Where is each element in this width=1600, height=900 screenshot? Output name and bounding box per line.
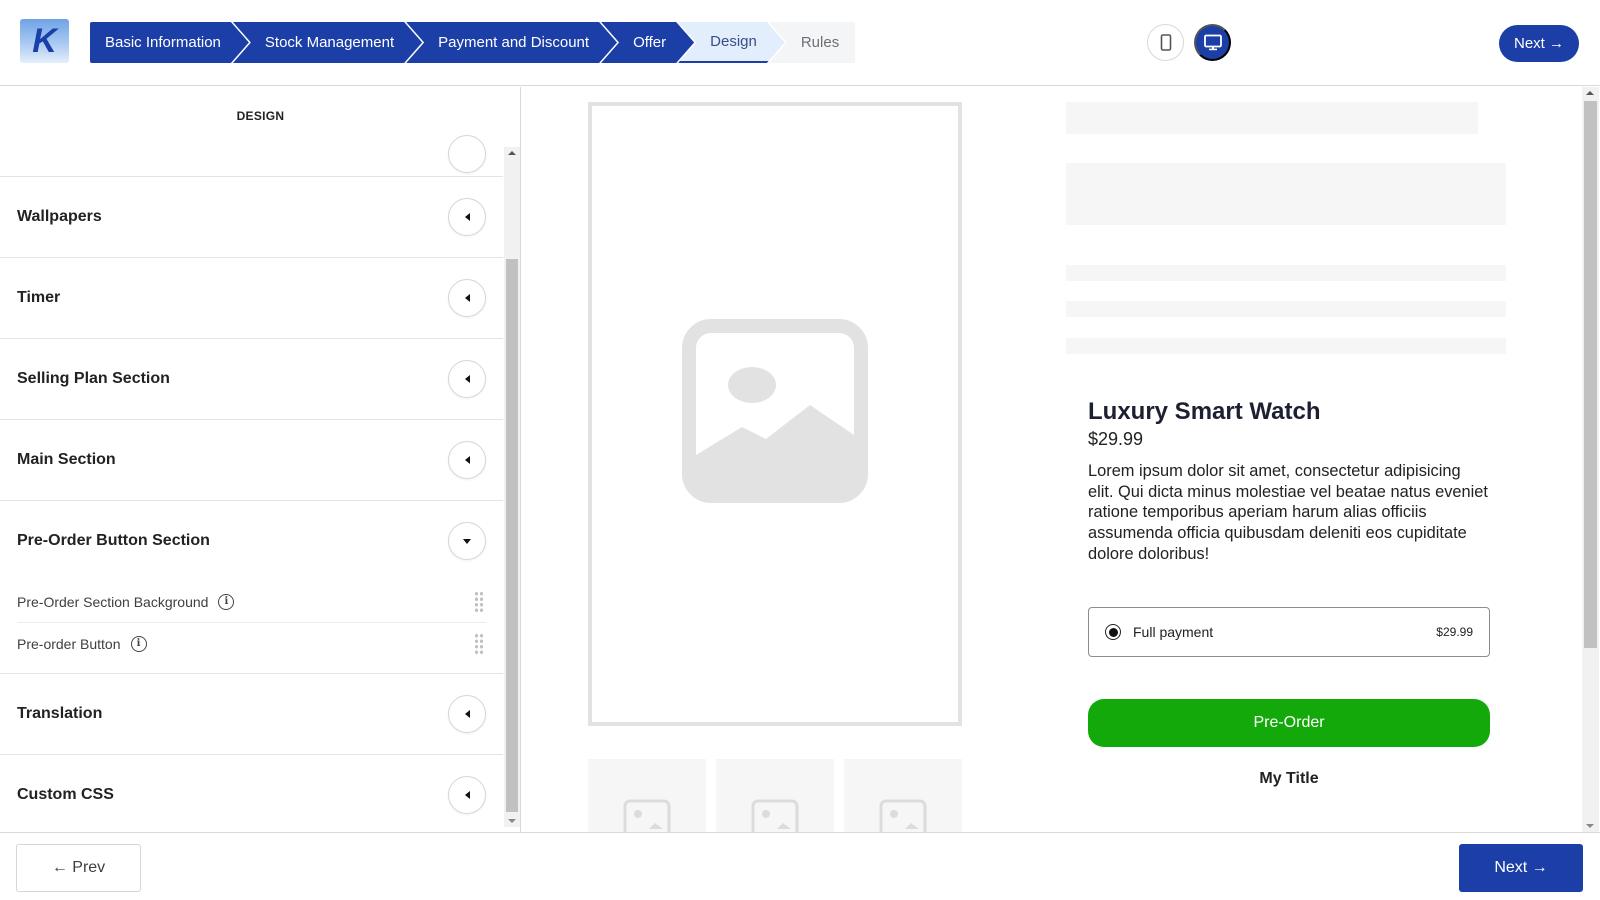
- wizard-steps: Basic Information Stock Management Payme…: [90, 22, 856, 63]
- step-design[interactable]: Design: [678, 22, 785, 63]
- prev-button[interactable]: ← Prev: [16, 844, 141, 892]
- expand-toggle[interactable]: [448, 198, 486, 236]
- expand-toggle[interactable]: [448, 360, 486, 398]
- accordion-item-timer[interactable]: Timer: [0, 258, 503, 339]
- expand-toggle[interactable]: [448, 135, 486, 173]
- payment-option-price: $29.99: [1436, 625, 1473, 639]
- app-logo: K: [20, 19, 69, 63]
- caret-left-icon: [464, 456, 470, 464]
- info-icon[interactable]: i: [218, 593, 235, 610]
- accordion-title: Timer: [17, 289, 61, 306]
- accordion-title: Custom CSS: [17, 786, 114, 803]
- next-button-top[interactable]: Next →: [1499, 25, 1579, 62]
- setting-pre-order-button[interactable]: Pre-order Button i: [17, 623, 486, 665]
- logo-letter: K: [32, 22, 57, 60]
- caret-left-icon: [464, 213, 470, 221]
- thumbnail[interactable]: [716, 759, 834, 832]
- design-settings-panel: DESIGN Wallpapers Timer Selling Plan Sec…: [0, 87, 521, 832]
- accordion-body: Pre-Order Section Background i Pre-order…: [0, 581, 503, 673]
- mobile-view-button[interactable]: [1147, 24, 1184, 61]
- step-label: Payment and Discount: [438, 34, 590, 51]
- image-placeholder-icon: [623, 799, 671, 832]
- collapse-toggle[interactable]: [448, 522, 486, 560]
- scrollbar-thumb[interactable]: [506, 259, 518, 812]
- image-placeholder-icon: [751, 799, 799, 832]
- accordion-item-main-section[interactable]: Main Section: [0, 420, 503, 501]
- caret-down-icon: [463, 538, 471, 544]
- payment-radio[interactable]: [1105, 624, 1121, 640]
- expand-toggle[interactable]: [448, 441, 486, 479]
- accordion-item-partial: [0, 135, 503, 177]
- setting-label: Pre-order Button: [17, 636, 121, 652]
- step-label: Offer: [633, 34, 667, 51]
- image-placeholder-icon: [879, 799, 927, 832]
- skeleton-line: [1066, 301, 1506, 317]
- setting-pre-order-section-background[interactable]: Pre-Order Section Background i: [17, 581, 486, 623]
- scroll-up-icon[interactable]: [1586, 91, 1594, 95]
- accordion-item-translation[interactable]: Translation: [0, 674, 503, 755]
- payment-option-full-payment[interactable]: Full payment $29.99: [1088, 607, 1490, 657]
- design-accordion: Wallpapers Timer Selling Plan Section Ma…: [0, 135, 503, 832]
- caret-left-icon: [464, 791, 470, 799]
- step-stock-management[interactable]: Stock Management: [233, 22, 422, 63]
- thumbnail-strip: [588, 759, 962, 832]
- accordion-item-pre-order-button-section[interactable]: Pre-Order Button Section Pre-Order Secti…: [0, 501, 503, 674]
- drag-handle-icon[interactable]: [474, 590, 484, 613]
- scroll-up-icon[interactable]: [508, 151, 516, 155]
- caret-left-icon: [464, 375, 470, 383]
- desktop-view-button[interactable]: [1194, 24, 1231, 61]
- panel-title: DESIGN: [236, 109, 285, 123]
- product-main-image: [588, 102, 962, 726]
- accordion-item-wallpapers[interactable]: Wallpapers: [0, 177, 503, 258]
- footer-bar: ← Prev Next →: [0, 832, 1600, 900]
- radio-selected-dot: [1108, 627, 1118, 637]
- pre-order-button[interactable]: Pre-Order: [1088, 699, 1490, 747]
- accordion-title: Main Section: [17, 451, 116, 468]
- expand-toggle[interactable]: [448, 279, 486, 317]
- top-bar: K Basic Information Stock Management Pay…: [0, 0, 1600, 86]
- info-icon[interactable]: i: [130, 636, 147, 652]
- preview-custom-title: My Title: [1259, 770, 1319, 787]
- product-description: Lorem ipsum dolor sit amet, consectetur …: [1088, 462, 1488, 563]
- accordion-title: Pre-Order Button Section: [17, 532, 210, 549]
- expand-toggle[interactable]: [448, 695, 486, 733]
- thumbnail[interactable]: [588, 759, 706, 832]
- preview-scrollbar[interactable]: [1582, 87, 1599, 832]
- caret-left-icon: [464, 710, 470, 718]
- step-payment-and-discount[interactable]: Payment and Discount: [406, 22, 617, 63]
- scrollbar-thumb[interactable]: [1584, 101, 1597, 648]
- thumbnail[interactable]: [844, 759, 962, 832]
- accordion-item-custom-css[interactable]: Custom CSS: [0, 755, 503, 832]
- expand-toggle[interactable]: [448, 776, 486, 814]
- step-label: Basic Information: [105, 34, 221, 51]
- skeleton-line: [1066, 338, 1506, 354]
- setting-label: Pre-Order Section Background: [17, 593, 209, 610]
- mobile-icon: [1160, 34, 1171, 51]
- product-preview: Luxury Smart Watch $29.99 Lorem ipsum do…: [522, 87, 1600, 832]
- step-basic-information[interactable]: Basic Information: [90, 22, 249, 63]
- caret-left-icon: [464, 294, 470, 302]
- step-label: Design: [710, 33, 757, 50]
- skeleton-line: [1066, 102, 1478, 134]
- scroll-down-icon[interactable]: [508, 819, 516, 823]
- payment-option-label: Full payment: [1133, 624, 1214, 640]
- accordion-title: Selling Plan Section: [17, 370, 170, 387]
- accordion-title: Wallpapers: [17, 208, 102, 225]
- step-label: Rules: [800, 34, 840, 51]
- step-label: Stock Management: [264, 34, 395, 51]
- accordion-item-selling-plan-section[interactable]: Selling Plan Section: [0, 339, 503, 420]
- scroll-down-icon[interactable]: [1586, 824, 1594, 828]
- desktop-icon: [1203, 34, 1222, 51]
- skeleton-block: [1066, 163, 1506, 225]
- drag-handle-icon[interactable]: [474, 633, 484, 655]
- image-placeholder-icon: [682, 319, 868, 503]
- left-panel-scrollbar[interactable]: [504, 147, 520, 827]
- next-button-bottom[interactable]: Next →: [1459, 844, 1583, 892]
- product-title: Luxury Smart Watch: [1088, 398, 1321, 425]
- accordion-title: Translation: [17, 705, 103, 722]
- skeleton-line: [1066, 265, 1506, 281]
- product-price: $29.99: [1088, 429, 1144, 449]
